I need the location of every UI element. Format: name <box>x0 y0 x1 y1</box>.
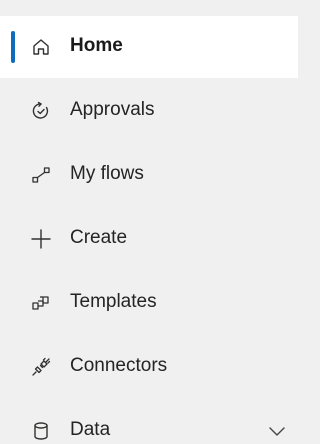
nav-item-my-flows[interactable]: My flows <box>0 144 298 206</box>
nav-item-label: Create <box>70 227 128 248</box>
approvals-icon <box>29 99 53 123</box>
nav-item-label: Connectors <box>70 355 168 376</box>
selection-indicator <box>11 31 15 63</box>
nav-item-home[interactable]: Home <box>0 16 298 78</box>
nav-item-connectors[interactable]: Connectors <box>0 336 298 398</box>
nav-item-create[interactable]: Create <box>0 208 298 270</box>
database-icon <box>29 419 53 443</box>
connectors-icon <box>29 355 53 379</box>
flow-icon <box>29 163 53 187</box>
nav-item-label: Data <box>70 419 111 440</box>
nav-item-label: Approvals <box>70 99 155 120</box>
nav-item-data[interactable]: Data <box>0 400 298 444</box>
nav-item-label: Templates <box>70 291 157 312</box>
chevron-down-icon[interactable] <box>265 419 289 443</box>
templates-icon <box>29 291 53 315</box>
nav-item-label: My flows <box>70 163 144 184</box>
left-navigation: Home Approvals My flows Create Templates… <box>0 0 298 444</box>
nav-item-approvals[interactable]: Approvals <box>0 80 298 142</box>
home-icon <box>29 35 53 59</box>
plus-icon <box>29 227 53 251</box>
nav-item-label: Home <box>70 35 123 56</box>
nav-item-templates[interactable]: Templates <box>0 272 298 334</box>
